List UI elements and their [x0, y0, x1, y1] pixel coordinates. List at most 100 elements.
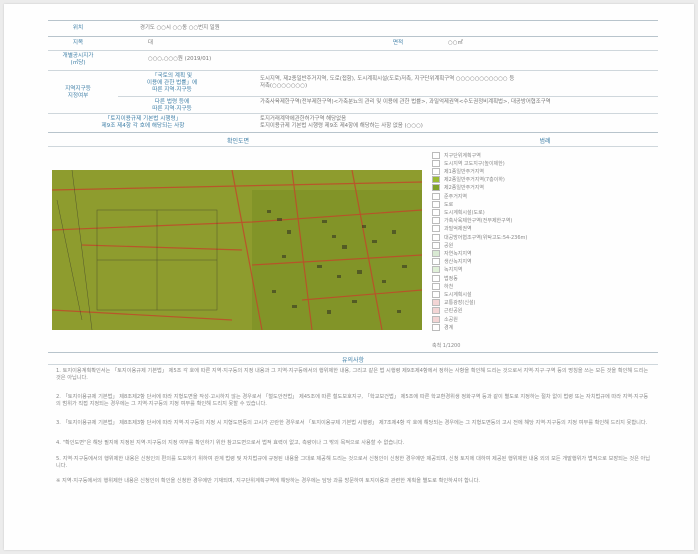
legend-item: 제2종일반주거지역(7층이하) — [432, 176, 505, 184]
legend-swatch — [432, 290, 440, 298]
legend-swatch — [432, 192, 440, 200]
notice-3: 3. 「토지이용규제 기본법」 제8조제3항 단서에 따라 지역·지구등의 지정… — [56, 420, 648, 426]
legend-label: 하천 — [444, 283, 454, 290]
legend-label: 가축사육제한구역(전부제한구역) — [444, 218, 513, 225]
legend-item: 경계 — [432, 323, 454, 331]
legend-label: 도시계획시설 — [444, 291, 472, 298]
notice-divider — [48, 364, 658, 365]
legend-label: 자연녹지지역 — [444, 250, 472, 257]
notice-2: 2. 「토지이용규제 기본법」 제8조제2항 단서에 따라 지형도면을 작성·고… — [56, 394, 649, 407]
legend-label: 생산녹지지역 — [444, 259, 472, 266]
top-border — [48, 20, 658, 21]
area-value: ○○㎡ — [448, 40, 463, 46]
legend-item: 교통광장(신설) — [432, 299, 476, 307]
legend-item: 대공방어협조구역(위탁고도:54-236m) — [432, 233, 528, 241]
legend-item: 소공원 — [432, 315, 458, 323]
header-divider — [48, 36, 658, 37]
map-header-divider — [48, 146, 658, 147]
land-category-value: 대 — [148, 40, 153, 46]
notice-title: 유의사항 — [341, 357, 365, 364]
row-divider-1 — [48, 50, 658, 51]
location-label: 위치 — [72, 25, 84, 31]
legend-swatch — [432, 176, 440, 184]
map-scale: 축척 1/1200 — [432, 343, 461, 349]
legend-label: 경계 — [444, 324, 454, 331]
legend-item: 도시계획시설(도로) — [432, 208, 485, 216]
legend-label: 준주거지역 — [444, 193, 468, 200]
row-divider-2 — [48, 70, 658, 71]
legend-label: 근린공원 — [444, 308, 463, 315]
legend-swatch — [432, 307, 440, 315]
legend-swatch — [432, 184, 440, 192]
row-divider-4 — [48, 132, 658, 133]
legend-swatch — [432, 225, 440, 233]
legend-item: 가축사육제한구역(전부제한구역) — [432, 217, 513, 225]
legend-label: 대공방어협조구역(위탁고도:54-236m) — [444, 234, 528, 241]
zoning-sublabel-national: 「국토의 계획 및 이용에 관한 법률」에 따른 지역·지구등 — [146, 73, 198, 93]
legend-label: 지구단위계획구역 — [444, 152, 481, 159]
confirmation-map — [52, 170, 422, 330]
legend-swatch — [432, 151, 440, 159]
legend-label: 제2종일반주거지역 — [444, 185, 484, 192]
legend-item: 하천 — [432, 282, 454, 290]
legend-swatch — [432, 233, 440, 241]
notice-top-divider — [48, 352, 658, 353]
legend-item: 녹지지역 — [432, 266, 463, 274]
legend-swatch — [432, 241, 440, 249]
legend-swatch — [432, 208, 440, 216]
legend-item: 근린공원 — [432, 307, 463, 315]
zoning-value-national: 도시지역, 제2종일반주거지역, 도로(접함), 도시계획시설(도로)저촉, 지… — [260, 76, 515, 89]
legend-swatch — [432, 299, 440, 307]
document-page: 위치 경기도 ○○시 ○○동 ○○번지 일원 지목 대 면적 ○○㎡ 개별공시지… — [4, 4, 694, 550]
legend-label: 제1종일반주거지역 — [444, 168, 484, 175]
legend-swatch — [432, 249, 440, 257]
land-price-label: 개별공시지가 (㎡당) — [62, 53, 94, 66]
zoning-value-other: 가축사육제한구역(전부제한구역)<가축분뇨의 관리 및 이용에 관한 법률>, … — [260, 99, 551, 105]
legend-item: 과밀억제권역 — [432, 225, 472, 233]
area-label: 면적 — [392, 40, 404, 46]
location-value: 경기도 ○○시 ○○동 ○○번지 일원 — [140, 25, 220, 31]
legend-swatch — [432, 258, 440, 266]
legend-label: 공원 — [444, 242, 454, 249]
land-price-value: ○○○,○○○원 (2019/01) — [148, 56, 212, 62]
legend-swatch — [432, 282, 440, 290]
notice-6: ※ 지역·지구등에서의 행위제한 내용은 신청인이 확인을 신청한 경우에만 기… — [56, 478, 481, 484]
legend-swatch — [432, 315, 440, 323]
legend-item: 제2종일반주거지역 — [432, 184, 484, 192]
notice-1: 1. 토지이용계획확인서는 「토지이용규제 기본법」 제5조 각 호에 따른 지… — [56, 368, 649, 381]
legend-label: 도로 — [444, 201, 454, 208]
legend-item: 공원 — [432, 241, 454, 249]
zoning-sublabel-other: 다른 법령 등에 따른 지역·지구등 — [152, 99, 192, 112]
legend-item: 제1종일반주거지역 — [432, 167, 484, 175]
legend-label: 녹지지역 — [444, 267, 463, 274]
notice-4: 4. "확인도면"은 해당 필지에 지정된 지역·지구등의 지정 여부를 확인하… — [56, 440, 405, 446]
legend-label: 소공원 — [444, 316, 458, 323]
legend-item: 도로 — [432, 200, 454, 208]
zoning-label: 지역지구등 지정여부 — [65, 86, 91, 99]
map-drawing — [52, 170, 422, 330]
legend-swatch — [432, 274, 440, 282]
legend-title: 범례 — [539, 138, 551, 145]
legend-swatch — [432, 167, 440, 175]
legend-swatch — [432, 200, 440, 208]
legend-swatch — [432, 323, 440, 331]
regulation-label: 「토지이용규제 기본법 시행령」 제9조 제4항 각 호에 해당되는 사항 — [101, 116, 185, 129]
row-divider-3a — [118, 96, 658, 97]
legend-item: 생산녹지지역 — [432, 258, 472, 266]
legend-item: 도시계획시설 — [432, 290, 472, 298]
legend-label: 도시지역 고도지구(높이제한) — [444, 160, 505, 167]
legend-item: 준주거지역 — [432, 192, 468, 200]
legend-label: 제2종일반주거지역(7층이하) — [444, 177, 505, 184]
regulation-value: 토지거래계약에관한허가구역 해당없음 토지이용규제 기본법 시행령 제9조 제4… — [260, 116, 423, 129]
legend-item: 자연녹지지역 — [432, 249, 472, 257]
row-divider-3 — [48, 113, 658, 114]
legend-label: 법정동 — [444, 275, 458, 282]
legend-label: 도시계획시설(도로) — [444, 209, 485, 216]
legend-item: 법정동 — [432, 274, 458, 282]
legend-swatch — [432, 266, 440, 274]
legend-item: 도시지역 고도지구(높이제한) — [432, 159, 505, 167]
legend-swatch — [432, 159, 440, 167]
map-title: 확인도면 — [226, 138, 250, 145]
notice-5: 5. 지역·지구등에서의 행위제한 내용은 신청인의 편의를 도모하기 위하여 … — [56, 456, 651, 469]
land-category-label: 지목 — [72, 40, 84, 46]
